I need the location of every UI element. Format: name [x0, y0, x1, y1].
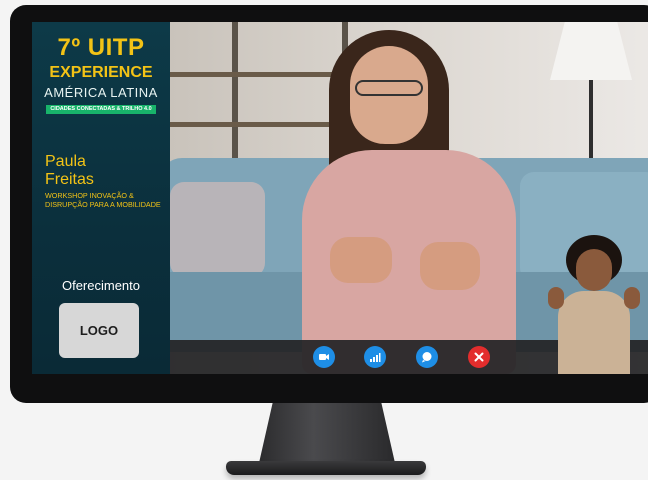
shelf — [170, 72, 348, 77]
chat-button[interactable] — [416, 346, 438, 368]
glasses — [355, 80, 423, 96]
video-call-screen: 7º UITP EXPERIENCE AMÉRICA LATINA CIDADE… — [32, 22, 648, 374]
end-call-button[interactable] — [468, 346, 490, 368]
interpreter-hand — [548, 287, 564, 309]
interpreter-body — [558, 291, 630, 374]
sponsor-heading: Oferecimento — [61, 278, 141, 293]
event-title: 7º UITP — [57, 34, 145, 61]
sponsor-logo: LOGO — [59, 303, 139, 358]
shelf — [170, 122, 348, 127]
event-info-panel: 7º UITP EXPERIENCE AMÉRICA LATINA CIDADE… — [32, 22, 170, 374]
speaker-role: WORKSHOP INOVAÇÃO & DISRUPÇÃO PARA A MOB… — [45, 191, 161, 209]
event-tag: CIDADES CONECTADAS & TRILHO 4.0 — [46, 105, 156, 114]
video-camera-icon — [319, 354, 329, 360]
speaker-last-name: Freitas — [45, 171, 94, 188]
shelf-post — [232, 22, 238, 172]
speaker-hand — [420, 242, 480, 290]
close-icon — [474, 352, 484, 362]
sign-language-interpreter — [532, 227, 648, 374]
interpreter-hand — [624, 287, 640, 309]
monitor-base — [226, 461, 426, 475]
event-region: AMÉRICA LATINA — [44, 85, 158, 100]
monitor: 7º UITP EXPERIENCE AMÉRICA LATINA CIDADE… — [10, 5, 648, 403]
camera-button[interactable] — [313, 346, 335, 368]
monitor-stand — [259, 403, 395, 463]
sofa-cushion — [170, 182, 265, 277]
chat-bubble-icon — [422, 352, 432, 363]
speaker-hand — [330, 237, 392, 283]
speaker-first-name: Paula — [45, 153, 86, 170]
interpreter-face — [576, 249, 612, 291]
event-subtitle: EXPERIENCE — [49, 64, 153, 81]
signal-button[interactable] — [364, 346, 386, 368]
signal-bars-icon — [370, 353, 381, 362]
